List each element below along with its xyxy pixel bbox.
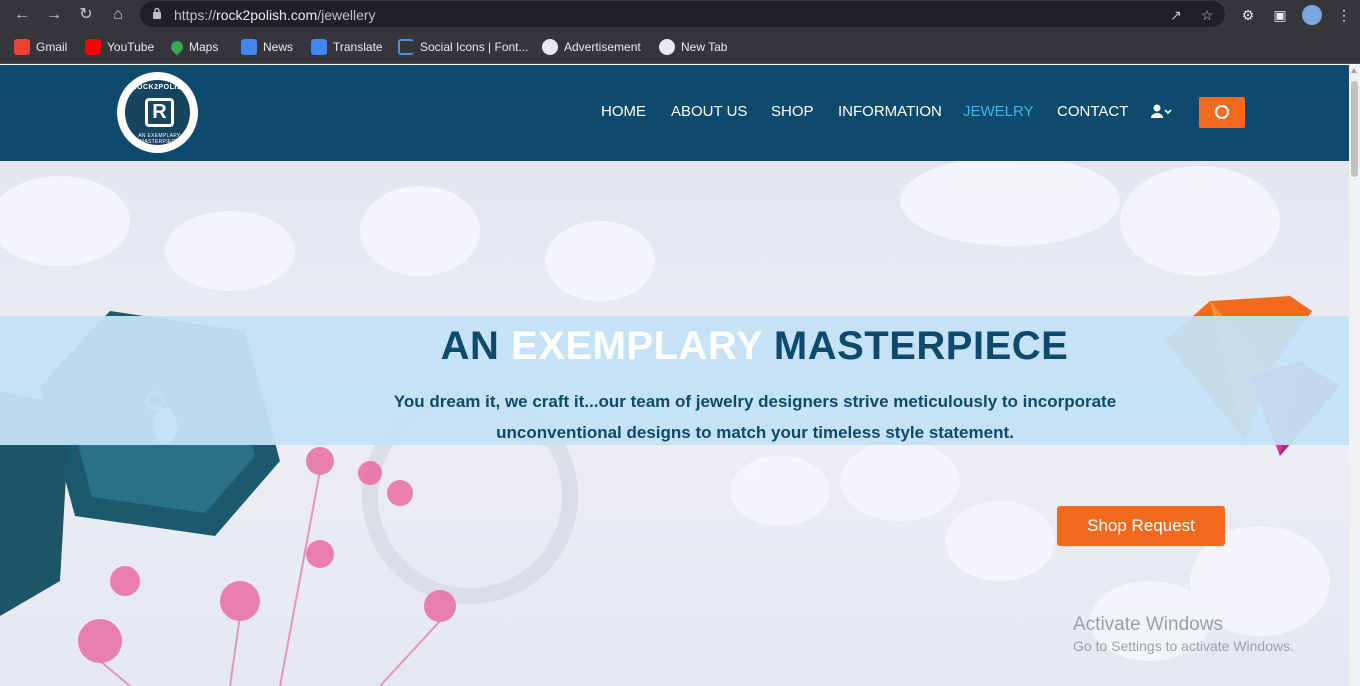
bookmark-label: Advertisement	[564, 40, 641, 54]
shop-request-button[interactable]: Shop Request	[1057, 506, 1225, 546]
bookmark-maps[interactable]: Maps	[168, 38, 219, 56]
translate-icon	[311, 39, 327, 55]
back-icon[interactable]: ←	[12, 5, 32, 25]
lock-icon[interactable]	[152, 7, 162, 20]
bookmark-news[interactable]: News	[241, 38, 293, 56]
nav-contact[interactable]: CONTACT	[1057, 103, 1128, 123]
account-dropdown[interactable]	[1151, 103, 1173, 123]
reload-icon[interactable]: ↻	[76, 5, 96, 25]
bookmark-label: Maps	[189, 40, 219, 54]
address-bar[interactable]: https://rock2polish.com/jewellery ↗ ☆	[140, 1, 1225, 27]
logo-top-text: ROCK2POLISH	[131, 84, 188, 91]
globe-icon	[542, 39, 558, 55]
scroll-up-arrow-icon[interactable]	[1351, 68, 1357, 73]
home-icon[interactable]: ⌂	[108, 5, 128, 25]
bookmark-label: Social Icons | Font...	[420, 40, 529, 54]
activate-windows-title: Activate Windows	[1073, 614, 1223, 635]
nav-jewelry[interactable]: JEWELRY	[963, 103, 1034, 123]
logo-mark: R	[145, 98, 174, 127]
activate-windows-subtitle: Go to Settings to activate Windows.	[1073, 638, 1294, 654]
bookmark-label: Translate	[333, 40, 383, 54]
url-text[interactable]: https://rock2polish.com/jewellery	[174, 7, 376, 23]
forward-icon[interactable]: →	[44, 5, 64, 25]
scrollbar-thumb[interactable]	[1351, 81, 1358, 177]
bookmark-youtube[interactable]: YouTube	[85, 38, 154, 56]
hero-subtitle-line2: unconventional designs to match your tim…	[496, 423, 1014, 442]
user-icon	[1151, 104, 1172, 118]
bookmark-label: New Tab	[681, 40, 728, 54]
hero-title-highlight: EXEMPLARY	[511, 324, 763, 368]
browser-toolbar: ← → ↻ ⌂ https://rock2polish.com/jeweller…	[0, 0, 1360, 29]
site-header: ROCK2POLISH R AN EXEMPLARY MASTERPIECE H…	[0, 65, 1349, 161]
bookmark-gmail[interactable]: Gmail	[14, 38, 67, 56]
bookmark-star-icon[interactable]: ☆	[1198, 6, 1216, 24]
logo-bottom-text: AN EXEMPLARY MASTERPIECE	[138, 133, 181, 145]
hero-section: AN EXEMPLARY MASTERPIECE You dream it, w…	[0, 161, 1349, 686]
news-icon	[241, 39, 257, 55]
hero-title-part2: MASTERPIECE	[773, 324, 1069, 368]
bookmark-social-icons[interactable]: Social Icons | Font...	[398, 38, 529, 56]
bookmarks-bar: Gmail YouTube Maps News Translate Social…	[0, 29, 1360, 64]
url-host: rock2polish.com	[216, 7, 318, 23]
bookmark-new-tab[interactable]: New Tab	[659, 38, 727, 56]
share-icon[interactable]: ↗	[1167, 6, 1185, 24]
url-path: /jewellery	[317, 7, 376, 23]
page-scrollbar[interactable]	[1349, 65, 1360, 686]
hero-subtitle-line1: You dream it, we craft it...our team of …	[393, 392, 1117, 411]
site-logo[interactable]: ROCK2POLISH R AN EXEMPLARY MASTERPIECE	[117, 72, 198, 153]
globe-icon	[659, 39, 675, 55]
gmail-icon	[14, 39, 30, 55]
flag-icon	[398, 39, 414, 55]
extensions-icon[interactable]: ⚙	[1238, 5, 1258, 25]
bookmark-translate[interactable]: Translate	[311, 38, 383, 56]
nav-shop[interactable]: SHOP	[771, 103, 814, 123]
maps-icon	[168, 38, 186, 56]
bookmark-label: YouTube	[107, 40, 155, 54]
whatsapp-icon	[1215, 105, 1229, 119]
hero-title-part1: AN	[440, 324, 500, 368]
bookmark-label: News	[263, 40, 294, 54]
logo-badge: ROCK2POLISH R AN EXEMPLARY MASTERPIECE	[123, 78, 192, 147]
hero-title: AN EXEMPLARY MASTERPIECE	[0, 324, 1349, 369]
profile-avatar[interactable]	[1302, 5, 1322, 25]
whatsapp-button[interactable]	[1199, 97, 1245, 128]
youtube-icon	[85, 39, 101, 55]
nav-about-us[interactable]: ABOUT US	[671, 103, 747, 123]
more-menu-icon[interactable]: ⋮	[1334, 5, 1354, 25]
bookmark-label: Gmail	[36, 40, 68, 54]
nav-information[interactable]: INFORMATION	[838, 103, 942, 123]
bookmark-advertisement[interactable]: Advertisement	[542, 38, 641, 56]
nav-home[interactable]: HOME	[601, 103, 646, 123]
side-panel-icon[interactable]: ▣	[1270, 5, 1290, 25]
url-scheme: https://	[174, 7, 217, 23]
hero-subtitle: You dream it, we craft it...our team of …	[330, 386, 1180, 448]
